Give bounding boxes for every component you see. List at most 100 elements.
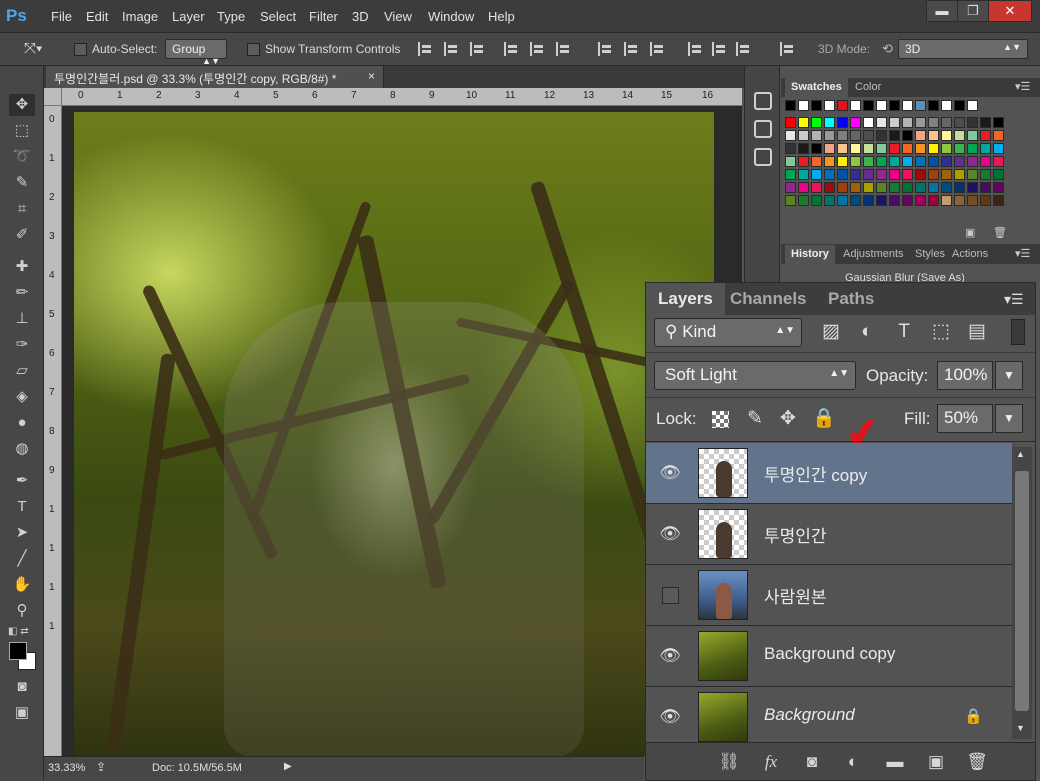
document-tab[interactable]: 투명인간블러.psd @ 33.3% (투명인간 copy, RGB/8#) *… bbox=[46, 66, 384, 88]
swatch[interactable] bbox=[837, 117, 848, 128]
swatch[interactable] bbox=[798, 169, 809, 180]
blur-tool-icon[interactable]: ● bbox=[9, 412, 35, 434]
menu-window[interactable]: Window bbox=[428, 9, 474, 24]
close-window-button[interactable]: ✕ bbox=[988, 0, 1032, 22]
swatch[interactable] bbox=[889, 182, 900, 193]
swatch[interactable] bbox=[837, 169, 848, 180]
distribute-bottom-icon[interactable] bbox=[650, 42, 664, 56]
swatch[interactable] bbox=[876, 143, 887, 154]
tab-layers[interactable]: Layers bbox=[646, 283, 725, 315]
swatch[interactable] bbox=[993, 156, 1004, 167]
layers-menu-icon[interactable]: ▾☰ bbox=[1004, 291, 1024, 308]
fill-input[interactable]: 50% bbox=[937, 404, 993, 433]
visibility-toggle-off[interactable] bbox=[662, 587, 679, 604]
quick-mask-icon[interactable]: ◙ bbox=[9, 676, 35, 698]
swatch[interactable] bbox=[954, 169, 965, 180]
swatch[interactable] bbox=[941, 156, 952, 167]
auto-select-checkbox[interactable] bbox=[74, 43, 87, 56]
menu-type[interactable]: Type bbox=[217, 9, 245, 24]
swatch[interactable] bbox=[967, 117, 978, 128]
swatch[interactable] bbox=[941, 100, 952, 111]
move-tool-preset-icon[interactable]: ⤧▾ bbox=[24, 40, 42, 57]
swatch[interactable] bbox=[824, 169, 835, 180]
align-top-icon[interactable] bbox=[418, 42, 432, 56]
swatch[interactable] bbox=[889, 130, 900, 141]
swatch[interactable] bbox=[798, 100, 809, 111]
distribute-hcenter-icon[interactable] bbox=[712, 42, 726, 56]
tab-channels[interactable]: Channels bbox=[718, 283, 819, 315]
mask-icon[interactable]: ◙ bbox=[801, 751, 823, 773]
swatch[interactable] bbox=[798, 156, 809, 167]
swatch[interactable] bbox=[941, 182, 952, 193]
swatch[interactable] bbox=[863, 182, 874, 193]
swatch[interactable] bbox=[824, 130, 835, 141]
swatch[interactable] bbox=[902, 169, 913, 180]
tab-swatches[interactable]: Swatches bbox=[785, 78, 848, 97]
layer-row[interactable]: 👁 투명인간 bbox=[646, 504, 1012, 565]
swatch[interactable] bbox=[954, 130, 965, 141]
lock-icon[interactable]: 🔒 bbox=[964, 707, 983, 725]
eraser-tool-icon[interactable]: ▱ bbox=[9, 360, 35, 382]
swatch[interactable] bbox=[785, 117, 796, 128]
layer-row[interactable]: 👁 Background copy bbox=[646, 626, 1012, 687]
swatch[interactable] bbox=[811, 195, 822, 206]
swatch[interactable] bbox=[811, 130, 822, 141]
menu-select[interactable]: Select bbox=[260, 9, 296, 24]
swatch[interactable] bbox=[980, 130, 991, 141]
swatch[interactable] bbox=[824, 182, 835, 193]
swatch[interactable] bbox=[876, 130, 887, 141]
history-menu-icon[interactable]: ▾☰ bbox=[1015, 247, 1030, 260]
folder-icon[interactable]: ▬ bbox=[884, 751, 906, 773]
eye-icon[interactable]: 👁 bbox=[659, 645, 681, 667]
align-hcenter-icon[interactable] bbox=[530, 42, 544, 56]
swatch[interactable] bbox=[798, 143, 809, 154]
swatch[interactable] bbox=[837, 195, 848, 206]
scroll-down-icon[interactable]: ▼ bbox=[1016, 723, 1025, 733]
swatch[interactable] bbox=[928, 143, 939, 154]
swatch[interactable] bbox=[941, 195, 952, 206]
distribute-right-icon[interactable] bbox=[736, 42, 750, 56]
layer-thumbnail[interactable] bbox=[698, 631, 748, 681]
swatch[interactable] bbox=[928, 182, 939, 193]
eye-icon[interactable]: 👁 bbox=[659, 706, 681, 728]
layer-row[interactable]: 👁 Background 🔒 bbox=[646, 687, 1012, 748]
menu-edit[interactable]: Edit bbox=[86, 9, 108, 24]
swatch[interactable] bbox=[889, 100, 900, 111]
swatch[interactable] bbox=[850, 169, 861, 180]
layer-name[interactable]: 사람원본 bbox=[764, 583, 827, 608]
swatch[interactable] bbox=[928, 130, 939, 141]
export-icon[interactable]: ⇪ bbox=[96, 760, 106, 774]
swatch[interactable] bbox=[902, 130, 913, 141]
swatch[interactable] bbox=[902, 143, 913, 154]
swatch[interactable] bbox=[915, 182, 926, 193]
history-brush-tool-icon[interactable]: ✑ bbox=[9, 334, 35, 356]
delete-swatch-icon[interactable]: 🗑 bbox=[993, 226, 1007, 239]
layer-name[interactable]: Background bbox=[764, 705, 855, 725]
filter-shape-icon[interactable]: ⬚ bbox=[930, 322, 952, 342]
swatch[interactable] bbox=[785, 156, 796, 167]
swatch[interactable] bbox=[785, 169, 796, 180]
swatch[interactable] bbox=[837, 156, 848, 167]
3d-panel-icon[interactable] bbox=[754, 148, 772, 166]
show-transform-checkbox[interactable] bbox=[247, 43, 260, 56]
swatch[interactable] bbox=[850, 117, 861, 128]
swatch-grid[interactable] bbox=[785, 100, 1015, 210]
filter-type-icon[interactable]: T bbox=[893, 322, 915, 342]
new-swatch-icon[interactable]: ▣ bbox=[965, 226, 975, 239]
zoom-level[interactable]: 33.33% bbox=[48, 762, 85, 774]
distribute-left-icon[interactable] bbox=[688, 42, 702, 56]
layer-thumbnail[interactable] bbox=[698, 570, 748, 620]
eye-icon[interactable]: 👁 bbox=[659, 523, 681, 545]
swatch[interactable] bbox=[941, 143, 952, 154]
swatch[interactable] bbox=[837, 130, 848, 141]
layer-name[interactable]: 투명인간 bbox=[764, 522, 827, 547]
swatch[interactable] bbox=[993, 143, 1004, 154]
auto-align-icon[interactable] bbox=[780, 42, 794, 56]
auto-select-dropdown[interactable]: Group ▲▼ bbox=[165, 39, 227, 66]
align-right-icon[interactable] bbox=[556, 42, 570, 56]
eyedropper-tool-icon[interactable]: ✐ bbox=[9, 224, 35, 246]
swatch[interactable] bbox=[824, 195, 835, 206]
swatch[interactable] bbox=[902, 195, 913, 206]
swatch[interactable] bbox=[889, 156, 900, 167]
swatch[interactable] bbox=[980, 195, 991, 206]
